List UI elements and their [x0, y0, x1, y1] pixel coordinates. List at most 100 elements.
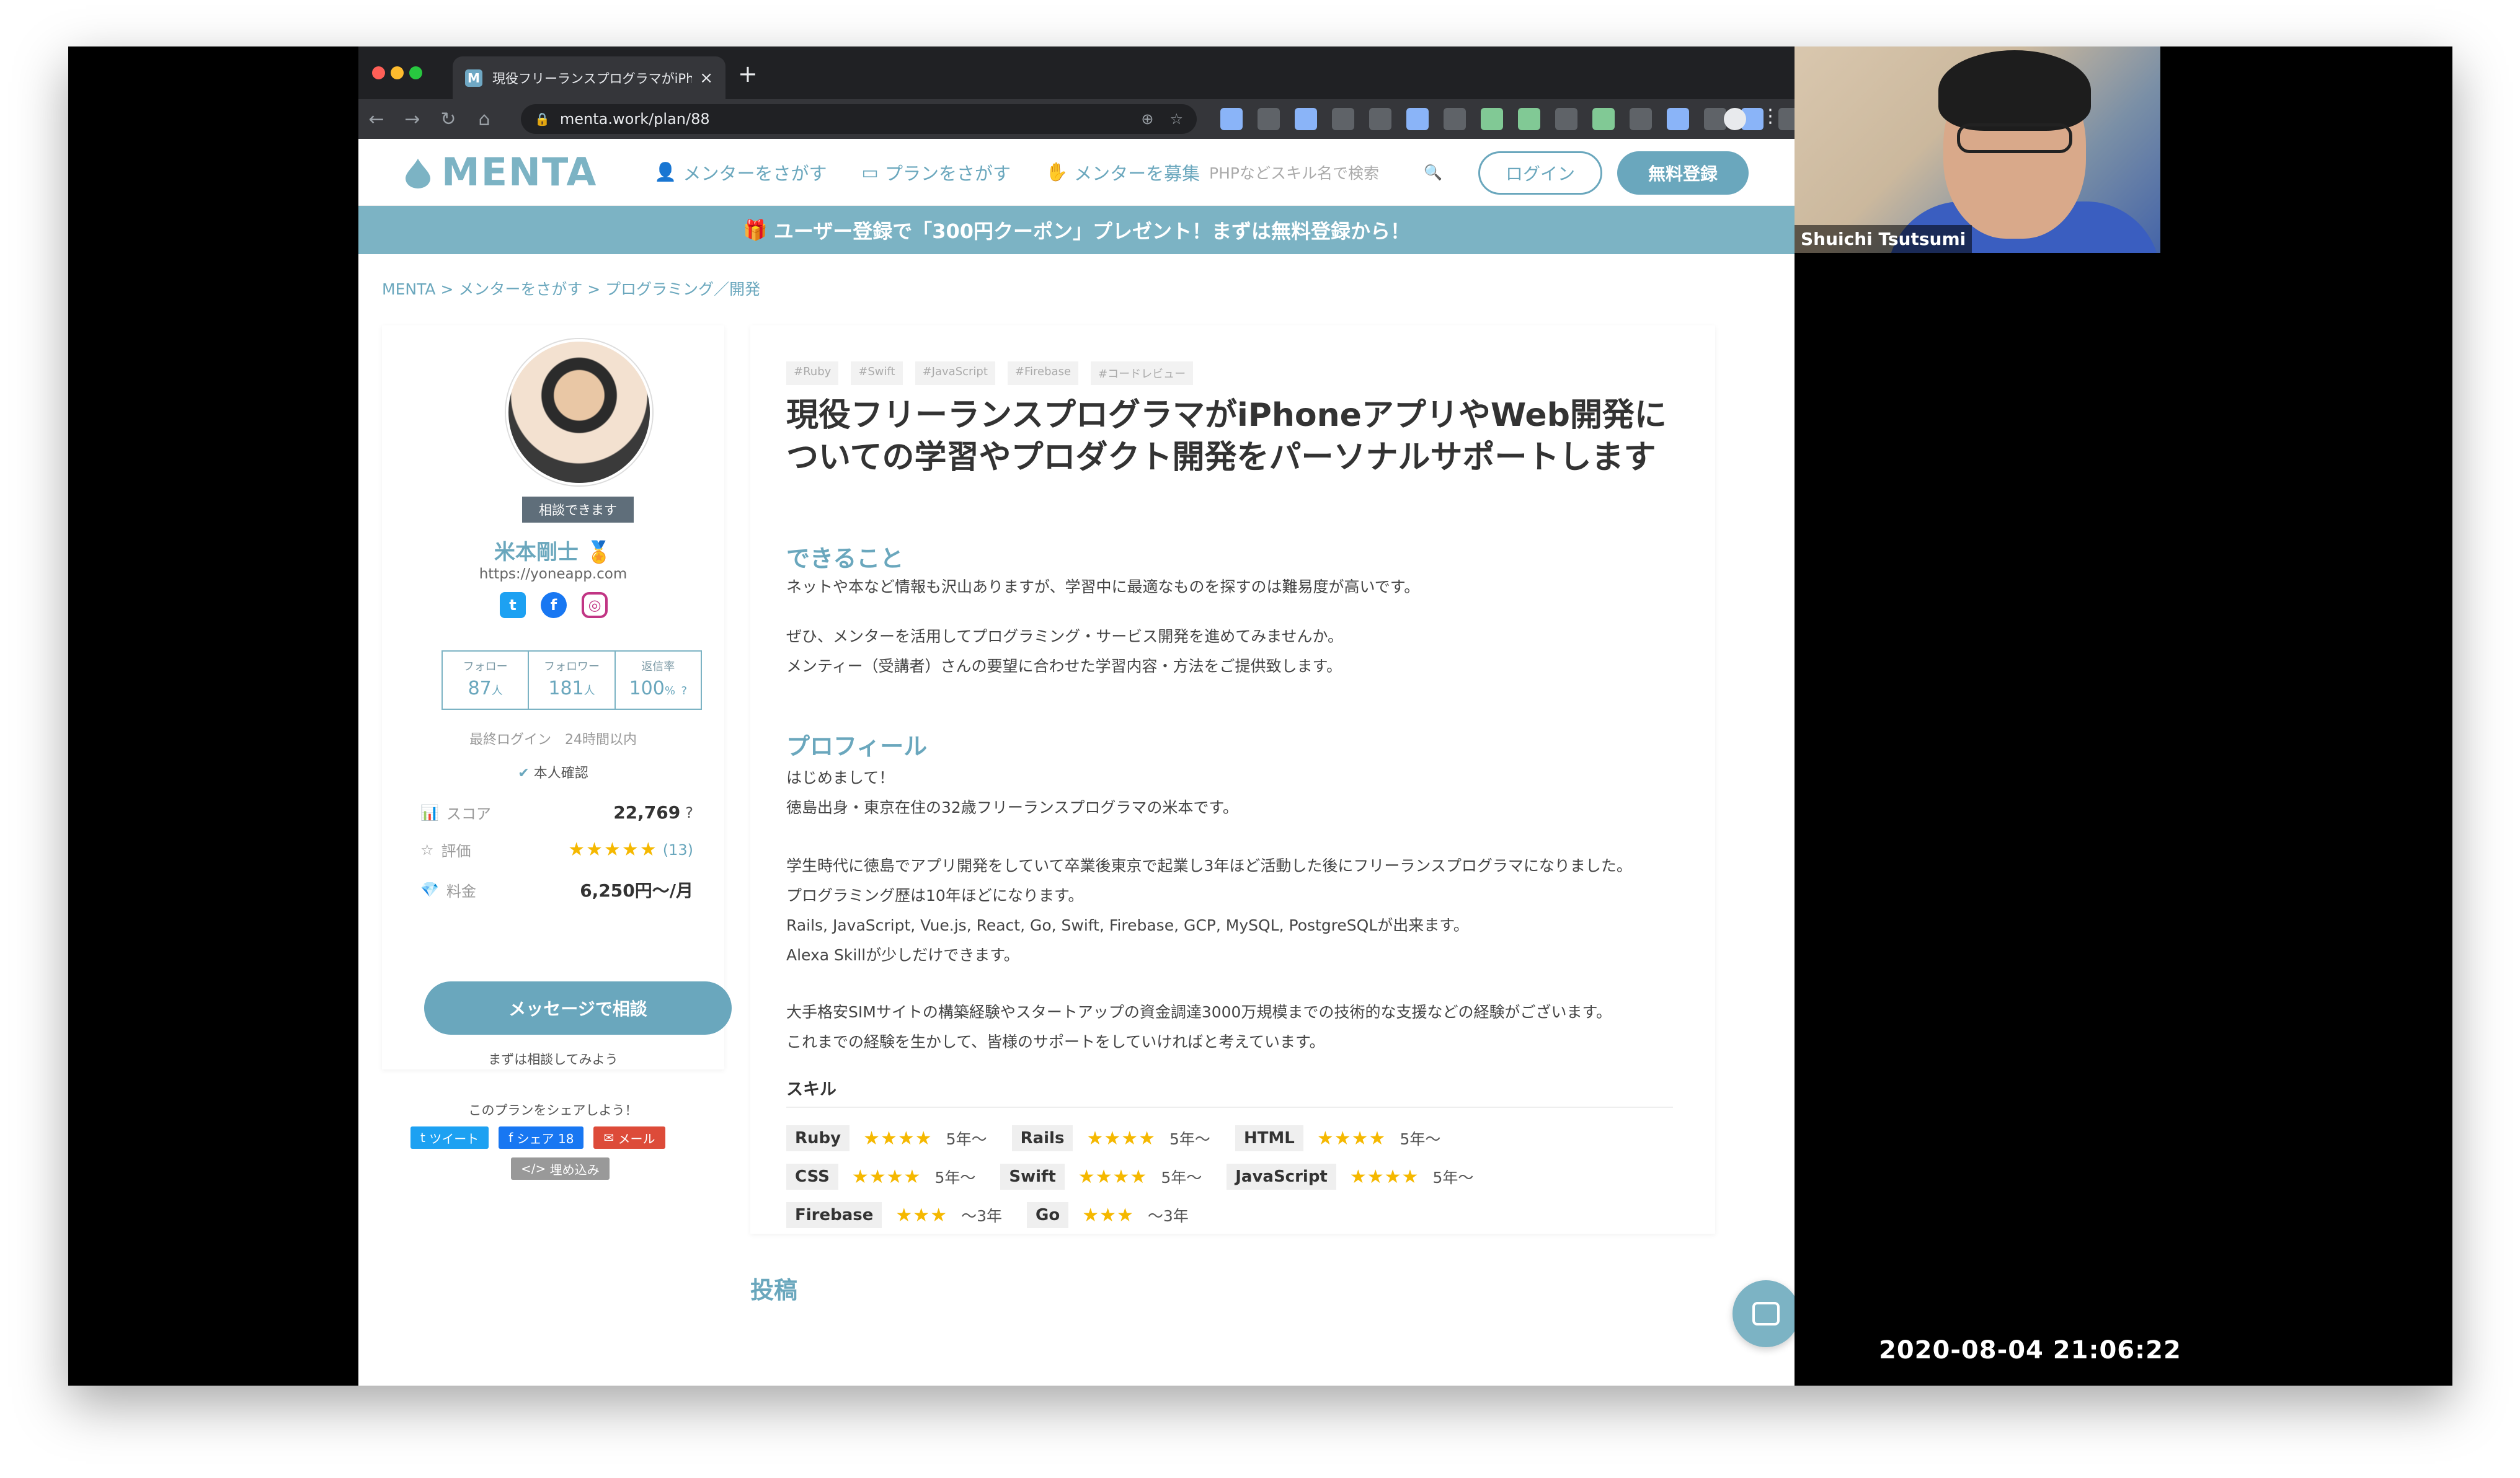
- extension-icon[interactable]: [1444, 108, 1466, 130]
- mentor-name[interactable]: 米本剛士 🏅: [382, 535, 724, 565]
- extension-icon[interactable]: [1369, 108, 1391, 130]
- back-icon[interactable]: ←: [358, 108, 394, 130]
- profile-avatar-icon[interactable]: [1724, 108, 1746, 130]
- puzzle-icon[interactable]: [1778, 108, 1795, 130]
- menta-logo[interactable]: MENTA: [402, 149, 597, 195]
- signup-button[interactable]: 無料登録: [1617, 151, 1749, 195]
- login-button[interactable]: ログイン: [1478, 151, 1602, 195]
- tag[interactable]: #Swift: [851, 361, 903, 385]
- message-consult-button[interactable]: メッセージで相談: [424, 981, 732, 1035]
- reload-icon[interactable]: ↻: [430, 108, 466, 130]
- zoom-window-button[interactable]: [409, 66, 422, 79]
- divider: [786, 1107, 1673, 1108]
- mentor-card: 相談できます 米本剛士 🏅 https://yoneapp.com t f ◎ …: [382, 325, 732, 1069]
- tab-close-icon[interactable]: ×: [699, 69, 713, 87]
- new-tab-icon[interactable]: +: [738, 60, 758, 87]
- extension-icon[interactable]: [1704, 108, 1726, 130]
- rating-count[interactable]: (13): [663, 841, 693, 859]
- lock-icon: 🔒: [535, 112, 550, 126]
- nav-find-plan[interactable]: ▭ プランをさがす: [862, 159, 1011, 185]
- extension-icon[interactable]: [1630, 108, 1652, 130]
- extension-icon[interactable]: [1518, 108, 1540, 130]
- stat-followers[interactable]: フォロワー 181人: [529, 652, 616, 709]
- profile-text: Rails, JavaScript, Vue.js, React, Go, Sw…: [786, 916, 1469, 934]
- extension-icon[interactable]: [1555, 108, 1577, 130]
- banner-text: ユーザー登録で「300円クーポン」プレゼント！まずは無料登録から！: [773, 219, 1410, 243]
- extension-icon[interactable]: [1332, 108, 1354, 130]
- extension-icon[interactable]: [1220, 108, 1243, 130]
- help-icon[interactable]: ?: [685, 804, 693, 821]
- stat-label: 返信率: [641, 660, 675, 673]
- breadcrumb[interactable]: MENTA > メンターをさがす > プログラミング／開発: [382, 277, 760, 299]
- tab-bar: M 現役フリーランスプログラマがiPh × +: [358, 46, 1795, 99]
- stat-label: フォロワー: [543, 660, 600, 673]
- profile-text: 徳島出身・東京在住の32歳フリーランスプログラマの米本です。: [786, 799, 1238, 816]
- extension-icon[interactable]: [1406, 108, 1429, 130]
- extension-icon[interactable]: [1592, 108, 1615, 130]
- tag[interactable]: #Firebase: [1007, 361, 1079, 385]
- status-badge: 相談できます: [522, 497, 634, 523]
- search-placeholder: PHPなどスキル名で検索: [1209, 164, 1379, 182]
- forward-icon[interactable]: →: [394, 108, 430, 130]
- extension-toolbar: [1220, 108, 1795, 130]
- tag[interactable]: #コードレビュー: [1091, 361, 1194, 385]
- profile-text: はじめまして！: [786, 769, 895, 787]
- close-window-button[interactable]: [372, 66, 385, 79]
- skill-item: CSS ★★★★ 5年〜: [786, 1164, 975, 1190]
- video-participant-tile[interactable]: Shuichi Tsutsumi: [1795, 46, 2160, 253]
- video-person-glasses: [1957, 123, 2072, 153]
- coupon-banner[interactable]: 🎁 ユーザー登録で「300円クーポン」プレゼント！まずは無料登録から！: [358, 206, 1795, 254]
- twitter-icon[interactable]: t: [500, 592, 526, 618]
- browser-tab[interactable]: M 現役フリーランスプログラマがiPh ×: [453, 56, 725, 99]
- mentor-name-text: 米本剛士: [494, 540, 579, 565]
- help-icon[interactable]: ?: [681, 684, 688, 697]
- search-input[interactable]: PHPなどスキル名で検索 🔍: [1196, 155, 1456, 190]
- menta-drop-icon: [406, 158, 430, 188]
- gift-icon: 🎁: [742, 218, 768, 242]
- hand-icon: ✋: [1045, 161, 1068, 182]
- chat-icon: [1752, 1302, 1780, 1325]
- mail-icon: ✉: [603, 1130, 618, 1145]
- facebook-icon[interactable]: f: [541, 592, 567, 618]
- search-icon[interactable]: 🔍: [1424, 164, 1442, 181]
- skill-item: Rails ★★★★ 5年〜: [1011, 1125, 1210, 1151]
- price-value: 6,250円〜/月: [580, 880, 693, 901]
- star-outline-icon: ☆: [420, 841, 434, 859]
- nav-label: メンターをさがす: [683, 162, 827, 184]
- can-do-heading: できること: [786, 545, 904, 572]
- home-icon[interactable]: ⌂: [466, 108, 502, 130]
- tag[interactable]: #Ruby: [786, 361, 839, 385]
- minimize-window-button[interactable]: [391, 66, 404, 79]
- mentor-website-link[interactable]: https://yoneapp.com: [382, 566, 724, 582]
- skill-item: Swift ★★★★ 5年〜: [1000, 1164, 1202, 1190]
- extension-icon[interactable]: [1667, 108, 1689, 130]
- stat-value: 100% ?: [629, 678, 688, 699]
- nav-recruit-mentor[interactable]: ✋ メンターを募集: [1045, 159, 1200, 185]
- monitor-icon: ▭: [861, 161, 879, 183]
- mail-share-button[interactable]: ✉ メール: [593, 1126, 665, 1149]
- facebook-share-button[interactable]: f シェア 18: [499, 1126, 584, 1149]
- extension-icon[interactable]: [1481, 108, 1503, 130]
- mentor-avatar[interactable]: [506, 339, 652, 485]
- skills-heading: スキル: [786, 1080, 836, 1099]
- nav-find-mentor[interactable]: 👤 メンターをさがす: [654, 159, 827, 185]
- bookmark-star-icon[interactable]: ☆: [1169, 110, 1183, 128]
- tweet-button[interactable]: t ツイート: [410, 1126, 489, 1149]
- instagram-icon[interactable]: ◎: [582, 592, 608, 618]
- check-circle-icon: ✔: [518, 766, 530, 781]
- embed-button[interactable]: </> 埋め込み: [511, 1157, 610, 1180]
- tag[interactable]: #JavaScript: [915, 361, 995, 385]
- url-field[interactable]: 🔒 menta.work/plan/88 ⊕ ☆: [521, 104, 1197, 134]
- add-icon[interactable]: ⊕: [1141, 110, 1153, 128]
- more-menu-icon[interactable]: ⋮: [1761, 105, 1780, 127]
- profile-text: これまでの経験を生かして、皆様のサポートをしていければと考えています。: [786, 1033, 1325, 1051]
- stat-reply-rate: 返信率 100% ?: [616, 652, 701, 709]
- skills-row: Ruby ★★★★ 5年〜 Rails ★★★★ 5年〜 HTML ★★★★ 5年〜: [786, 1125, 1452, 1151]
- extension-icon[interactable]: [1295, 108, 1317, 130]
- participant-name: Shuichi Tsutsumi: [1795, 225, 1972, 253]
- extension-icon[interactable]: [1258, 108, 1280, 130]
- stat-value: 181人: [548, 678, 595, 699]
- score-row: 📊 スコア 22,769 ?: [420, 802, 693, 823]
- stat-follow[interactable]: フォロー 87人: [443, 652, 530, 709]
- chat-button[interactable]: [1732, 1280, 1795, 1347]
